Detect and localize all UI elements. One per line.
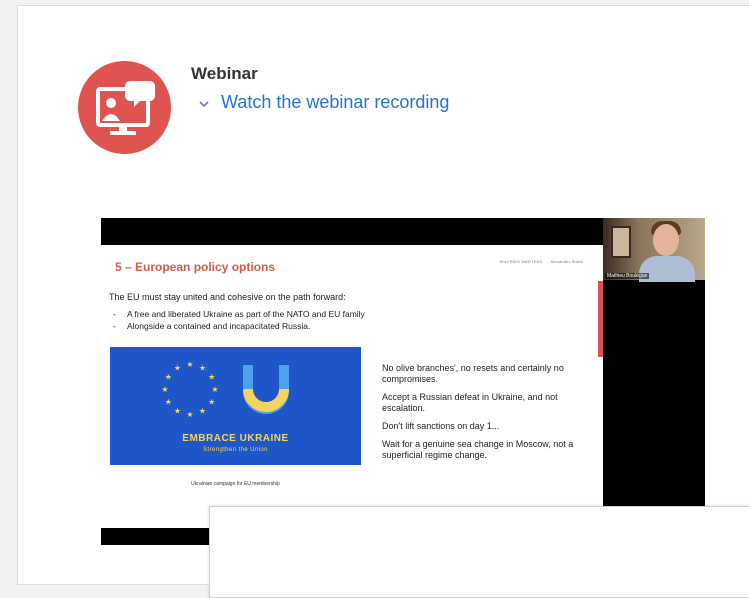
- slide-logo-text: Alexander Stubb: [550, 259, 583, 264]
- slide-intro-text: The EU must stay united and cohesive on …: [109, 292, 346, 302]
- speaker-name: Mathieu Boulègue: [605, 273, 650, 279]
- banner-caption: Ukrainian campaign for EU membership: [191, 481, 280, 487]
- slide-point: Don't lift sanctions on day 1...: [382, 421, 500, 431]
- eu-star-icon: ★: [165, 373, 172, 382]
- webinar-heading: Webinar: [191, 64, 258, 83]
- embrace-ukraine-banner: ★ ★ ★ ★ ★ ★ ★ ★ ★ ★ ★ ★ EMBRACE UKRAINE Strengthen …: [110, 347, 361, 465]
- speaker-avatar: [653, 224, 679, 256]
- slide-accent-bar: [598, 281, 603, 357]
- banner-title: EMBRACE UKRAINE: [182, 433, 289, 444]
- eu-star-icon: ★: [199, 407, 206, 416]
- eu-star-icon: ★: [208, 373, 215, 382]
- overlay-panel: [209, 506, 749, 598]
- eu-star-icon: ★: [165, 398, 172, 407]
- eu-star-icon: ★: [161, 385, 168, 394]
- slide-logos: WILFRIED MARTENS Alexander Stubb: [500, 259, 584, 264]
- eu-star-icon: ★: [186, 410, 193, 419]
- speaker-webcam: Mathieu Boulègue: [603, 218, 705, 282]
- slide-logo-text: WILFRIED MARTENS: [499, 259, 543, 264]
- watch-recording-link[interactable]: Watch the webinar recording: [197, 92, 449, 113]
- slide-points: No olive branches', no resets and certai…: [382, 363, 597, 468]
- eu-star-icon: ★: [174, 407, 181, 416]
- presentation-slide: 5 – European policy options WILFRIED MAR…: [101, 245, 603, 528]
- chevron-down-icon: [199, 100, 209, 107]
- slide-point: Wait for a genuine sea change in Moscow,…: [382, 439, 574, 460]
- slide-title: 5 – European policy options: [115, 260, 276, 274]
- list-item: A free and liberated Ukraine as part of …: [113, 308, 365, 320]
- webinar-video-player[interactable]: 5 – European policy options WILFRIED MAR…: [101, 218, 705, 545]
- webinar-presentation-icon: [78, 61, 171, 154]
- slide-bullet-list: A free and liberated Ukraine as part of …: [113, 308, 365, 332]
- eu-star-icon: ★: [186, 360, 193, 369]
- banner-subtitle: Strengthen the Union: [203, 447, 268, 453]
- watch-recording-label: Watch the webinar recording: [221, 92, 450, 112]
- eu-star-icon: ★: [208, 398, 215, 407]
- slide-point: Accept a Russian defeat in Ukraine, and …: [382, 392, 558, 413]
- slide-point: No olive branches', no resets and certai…: [382, 363, 564, 384]
- eu-star-icon: ★: [174, 363, 181, 372]
- list-item: Alongside a contained and incapacitated …: [113, 320, 365, 332]
- eu-star-icon: ★: [199, 363, 206, 372]
- eu-star-icon: ★: [211, 385, 218, 394]
